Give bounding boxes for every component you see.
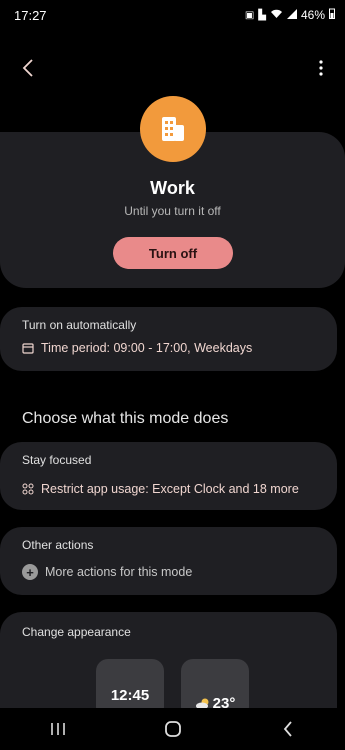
restrict-apps-row[interactable]: Restrict app usage: Except Clock and 18 … [22,482,299,496]
status-time: 17:27 [14,8,47,23]
notification-icon: ▣ [244,9,255,21]
clock-preview-text: 12:45 [110,687,150,704]
calendar-icon [22,343,34,354]
chevron-left-icon [22,59,33,77]
battery-icon [329,8,335,22]
apps-grid-icon [22,483,34,495]
building-icon [162,117,184,141]
more-vert-icon [319,60,323,76]
system-back-button[interactable] [268,714,308,744]
mode-title: Work [150,178,195,198]
back-arrow-icon [283,721,292,737]
work-mode-icon [140,96,206,162]
change-appearance-label: Change appearance [22,625,131,639]
work-profile-icon: ▙ [258,9,266,21]
back-button[interactable] [14,54,42,82]
battery-percent: 46% [300,8,325,22]
turn-on-automatically-card[interactable] [0,307,337,371]
home-icon [164,721,181,737]
section-title: Choose what this mode does [22,410,229,427]
wifi-icon [270,9,283,22]
recent-apps-button[interactable] [38,714,78,744]
mode-subtitle: Until you turn it off [124,204,221,218]
more-actions-row[interactable]: + More actions for this mode [22,564,192,580]
turn-on-automatically-label: Turn on automatically [22,318,137,332]
system-nav-bar [0,708,345,750]
status-icons: ▣ ▙ 46% [245,8,335,22]
signal-icon [286,8,297,22]
status-bar: 17:27 ▣ ▙ 46% [0,0,345,32]
restrict-apps-value: Restrict app usage: Except Clock and 18 … [41,482,299,496]
more-actions-value: More actions for this mode [45,565,193,579]
home-button[interactable] [153,714,193,744]
turn-off-button[interactable]: Turn off [113,237,233,269]
recents-icon [50,723,65,735]
time-period-row[interactable]: Time period: 09:00 - 17:00, Weekdays [22,341,252,355]
plus-icon: + [22,564,38,580]
time-period-value: Time period: 09:00 - 17:00, Weekdays [41,341,253,355]
more-options-button[interactable] [311,54,331,82]
other-actions-label: Other actions [22,538,94,552]
stay-focused-label: Stay focused [22,453,92,467]
